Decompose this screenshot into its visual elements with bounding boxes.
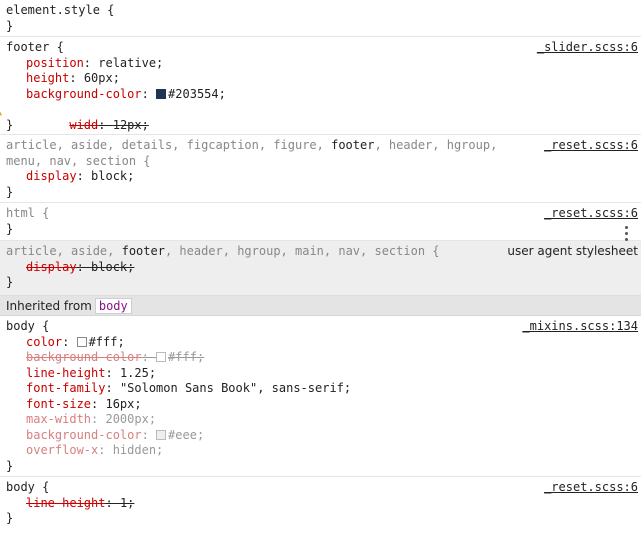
selector[interactable]: body { [6, 319, 49, 333]
color-swatch[interactable] [156, 352, 167, 362]
color-swatch[interactable] [76, 336, 87, 347]
source-link[interactable]: _mixins.scss:134 [522, 319, 638, 335]
color-swatch[interactable] [156, 429, 167, 440]
more-options-icon[interactable] [625, 226, 629, 242]
closing-brace: } [6, 117, 14, 132]
property-value[interactable]: 16px; [105, 397, 141, 411]
rule-body-reset[interactable]: _reset.scss:6 body { line-height: 1; } [0, 477, 641, 536]
source-link[interactable]: _reset.scss:6 [544, 206, 638, 222]
declaration-inactive[interactable]: background-color: #eee; [6, 428, 635, 444]
inherited-section-header: Inherited from body [0, 296, 641, 316]
closing-brace: } [6, 458, 14, 473]
rule-body-mixins[interactable]: _mixins.scss:134 body { color: #fff; bac… [0, 316, 641, 477]
property-value[interactable]: 1; [120, 496, 134, 510]
property-value[interactable]: #203554; [168, 87, 226, 101]
closing-brace: } [6, 184, 14, 199]
warning-icon[interactable] [0, 104, 2, 116]
property-value[interactable]: hidden; [113, 443, 164, 457]
inherited-element-link[interactable]: body [94, 298, 132, 314]
property-name[interactable]: line-height [26, 366, 105, 380]
declaration-overridden[interactable]: background-color: #fff; [6, 350, 635, 366]
selector[interactable]: footer { [6, 40, 64, 54]
rule-html[interactable]: _reset.scss:6 html { } [0, 203, 641, 241]
declaration[interactable]: background-color: #203554; [6, 87, 635, 103]
rule-footer[interactable]: _slider.scss:6 footer { position: relati… [0, 37, 641, 135]
declaration[interactable]: position: relative; [6, 56, 635, 72]
selector[interactable]: body { [6, 480, 49, 494]
declaration-invalid[interactable]: widd: 12px; [0, 102, 635, 132]
property-name[interactable]: display [26, 169, 77, 183]
selector-continued[interactable]: menu, nav, section { [6, 154, 635, 170]
property-value: block; [91, 259, 135, 274]
closing-brace: } [6, 18, 14, 33]
property-value[interactable]: relative; [98, 56, 163, 70]
declaration-inactive[interactable]: max-width: 2000px; [6, 412, 635, 428]
property-name[interactable]: line-height [26, 496, 105, 510]
property-name: display [26, 259, 77, 274]
source-link[interactable]: _reset.scss:6 [544, 138, 638, 154]
property-name[interactable]: height [26, 71, 69, 85]
property-name[interactable]: overflow-x [26, 443, 98, 457]
selector[interactable]: article, aside, details, figcaption, fig… [6, 138, 635, 154]
declaration[interactable]: color: #fff; [6, 335, 635, 351]
property-value[interactable]: "Solomon Sans Book", sans-serif; [120, 381, 351, 395]
inherited-label: Inherited from [6, 299, 92, 313]
property-name[interactable]: background-color [26, 428, 142, 442]
declaration[interactable]: font-family: "Solomon Sans Book", sans-s… [6, 381, 635, 397]
property-name[interactable]: font-size [26, 397, 91, 411]
declaration-overridden[interactable]: line-height: 1; [6, 496, 635, 512]
declaration-inactive[interactable]: overflow-x: hidden; [6, 443, 635, 459]
property-value[interactable]: 12px; [113, 118, 149, 132]
closing-brace: } [6, 275, 14, 289]
closing-brace: } [6, 511, 14, 525]
property-value[interactable]: #fff; [89, 335, 125, 349]
property-value[interactable]: #eee; [168, 428, 204, 442]
property-name[interactable]: position [26, 56, 84, 70]
property-name[interactable]: background-color [26, 350, 142, 364]
source-link[interactable]: _slider.scss:6 [537, 40, 638, 56]
declaration[interactable]: line-height: 1.25; [6, 366, 635, 382]
source-label: user agent stylesheet [507, 244, 638, 258]
rule-reset-display[interactable]: _reset.scss:6 article, aside, details, f… [0, 135, 641, 203]
declaration[interactable]: display: block; [6, 169, 635, 185]
property-name[interactable]: color [26, 335, 62, 349]
property-name[interactable]: widd [69, 118, 98, 132]
color-swatch[interactable] [156, 88, 167, 99]
property-value[interactable]: 1.25; [120, 366, 156, 380]
declaration[interactable]: height: 60px; [6, 71, 635, 87]
declaration[interactable]: font-size: 16px; [6, 397, 635, 413]
closing-brace: } [6, 221, 14, 236]
selector[interactable]: html { [6, 206, 49, 220]
selector[interactable]: element.style { [6, 3, 114, 17]
source-link[interactable]: _reset.scss:6 [544, 480, 638, 496]
property-value[interactable]: 2000px; [105, 412, 156, 426]
property-name[interactable]: font-family [26, 381, 105, 395]
property-name[interactable]: background-color [26, 87, 142, 101]
rule-element-style[interactable]: element.style { } [0, 0, 641, 37]
styles-pane: element.style { } _slider.scss:6 footer … [0, 0, 641, 536]
property-name[interactable]: max-width [26, 412, 91, 426]
property-value[interactable]: block; [91, 169, 134, 183]
property-value[interactable]: 60px; [84, 71, 120, 85]
declaration-overridden: display: block; [26, 259, 135, 274]
rule-user-agent[interactable]: user agent stylesheet article, aside, fo… [0, 241, 641, 296]
property-value[interactable]: #fff; [168, 350, 204, 364]
